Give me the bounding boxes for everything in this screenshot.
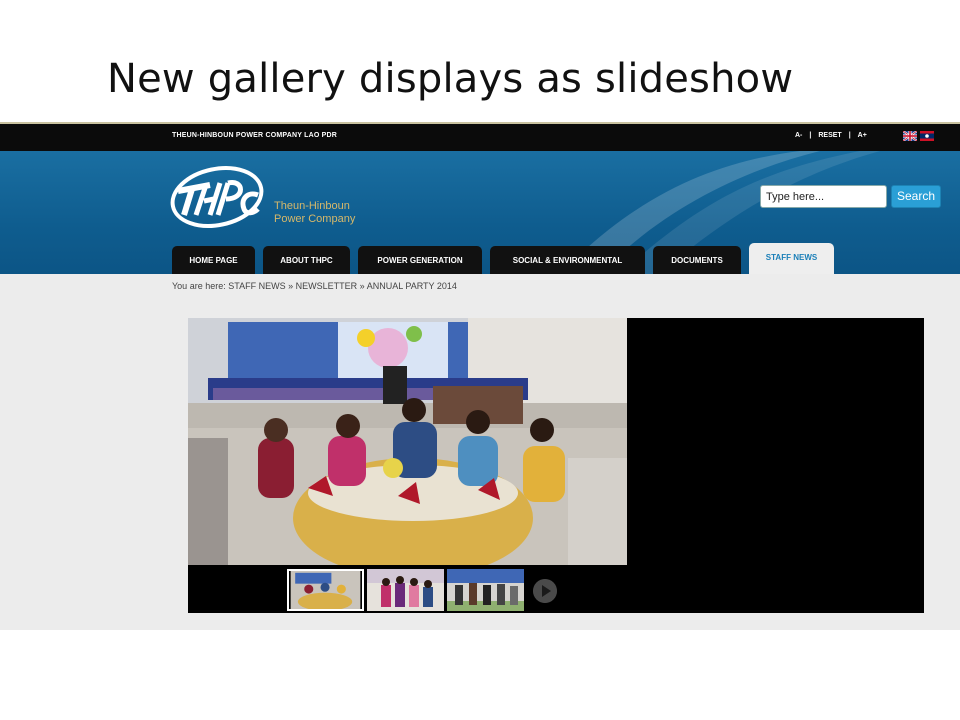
play-icon[interactable] — [533, 579, 557, 603]
thumbnail-2[interactable] — [367, 569, 444, 611]
english-flag-icon[interactable] — [903, 131, 917, 141]
company-name: THEUN-HINBOUN POWER COMPANY LAO PDR — [172, 132, 338, 139]
breadcrumb-item-newsletter[interactable]: NEWSLETTER — [296, 281, 358, 291]
separator: | — [809, 132, 812, 139]
tab-power-generation[interactable]: POWER GENERATION — [358, 246, 482, 274]
logo-text-line2: Power Company — [274, 213, 356, 225]
search-button[interactable]: Search — [891, 185, 941, 208]
font-increase-button[interactable]: A+ — [858, 132, 867, 139]
tab-documents[interactable]: DOCUMENTS — [653, 246, 741, 274]
slideshow-gallery — [188, 318, 924, 613]
breadcrumb-separator: » — [288, 281, 294, 291]
thumbnail-1[interactable] — [287, 569, 364, 611]
font-decrease-button[interactable]: A- — [795, 132, 802, 139]
tab-about-thpc[interactable]: ABOUT THPC — [263, 246, 350, 274]
thumbnail-strip — [287, 569, 524, 611]
logo-text: Theun-Hinboun Power Company — [274, 200, 355, 226]
breadcrumb-separator: » — [359, 281, 365, 291]
separator: | — [848, 132, 851, 139]
lao-flag-icon[interactable] — [920, 131, 934, 141]
slideshow-main-photo[interactable] — [188, 318, 627, 565]
tab-home-page[interactable]: HOME PAGE — [172, 246, 255, 274]
site-header: Theun-Hinboun Power Company Search HOME … — [0, 151, 960, 274]
thumbnail-3[interactable] — [447, 569, 524, 611]
tab-staff-news[interactable]: STAFF NEWS — [749, 243, 834, 274]
language-switcher — [903, 131, 934, 141]
breadcrumb: You are here: STAFF NEWS » NEWSLETTER » … — [172, 281, 457, 291]
tab-social-environmental[interactable]: SOCIAL & ENVIRONMENTAL — [490, 246, 645, 274]
thpc-logo[interactable] — [170, 165, 266, 229]
font-size-controls: A- | RESET | A+ — [795, 132, 867, 139]
search-input[interactable] — [760, 185, 887, 208]
breadcrumb-prefix: You are here: — [172, 281, 226, 291]
slide-title: New gallery displays as slideshow — [107, 56, 794, 102]
top-bar: THEUN-HINBOUN POWER COMPANY LAO PDR A- |… — [0, 122, 960, 151]
breadcrumb-item-staff-news[interactable]: STAFF NEWS — [228, 281, 285, 291]
logo-text-line1: Theun-Hinboun — [274, 200, 350, 212]
main-content: You are here: STAFF NEWS » NEWSLETTER » … — [0, 274, 960, 630]
breadcrumb-item-annual-party: ANNUAL PARTY 2014 — [366, 281, 457, 291]
font-reset-button[interactable]: RESET — [818, 132, 841, 139]
